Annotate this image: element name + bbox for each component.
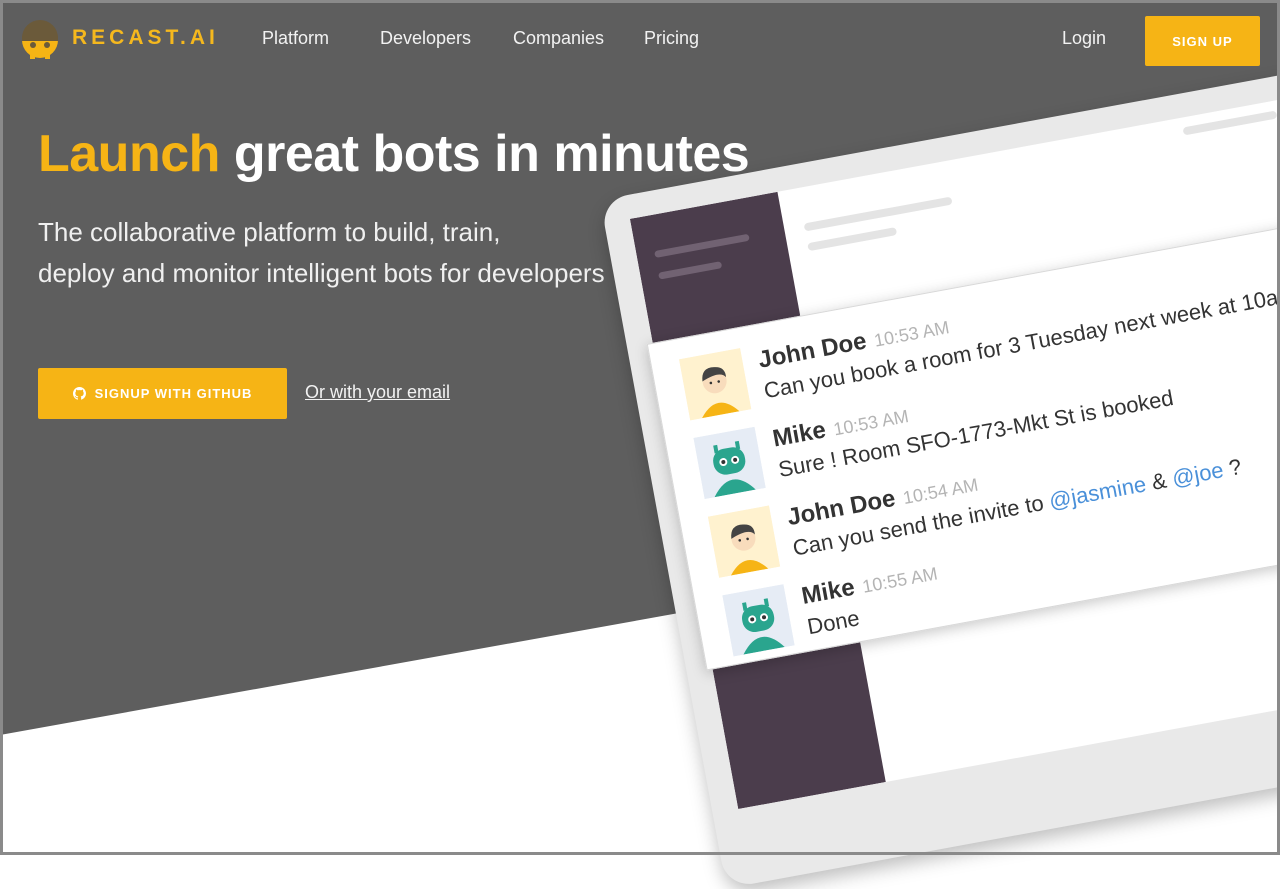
hero-headline: Launch great bots in minutes <box>38 124 750 184</box>
sidebar-placeholder-line <box>654 233 750 258</box>
message-text-part: & <box>1149 467 1169 495</box>
header-placeholder-line <box>1182 110 1278 136</box>
bot-avatar-icon <box>722 584 795 657</box>
signup-button[interactable]: SIGN UP <box>1145 16 1260 66</box>
sender-name-text: Mike <box>799 573 857 610</box>
nav-link-companies[interactable]: Companies <box>513 28 604 49</box>
message-time: 10:55 AM <box>860 563 940 597</box>
subtitle-line-2: deploy and monitor intelligent bots for … <box>38 258 605 288</box>
brand-logo[interactable]: RECAST.AI <box>18 16 219 60</box>
github-icon <box>72 387 86 400</box>
sender-name-text: Mike <box>770 416 828 453</box>
sender-name: Mike 10:55 AM <box>799 558 939 610</box>
header-placeholder-line <box>807 227 898 252</box>
email-signup-link[interactable]: Or with your email <box>305 382 450 403</box>
signup-github-button[interactable]: SIGNUP WITH GITHUB <box>38 368 287 419</box>
brand-name: RECAST.AI <box>72 26 219 49</box>
message-text: Done <box>805 605 862 640</box>
hero-subtitle: The collaborative platform to build, tra… <box>38 212 678 294</box>
subtitle-line-1: The collaborative platform to build, tra… <box>38 217 501 247</box>
message-text-part: ? <box>1226 453 1244 481</box>
user-avatar-icon <box>707 505 781 578</box>
nav-link-developers[interactable]: Developers <box>380 28 471 49</box>
user-avatar-icon <box>679 348 752 421</box>
sidebar-placeholder-line <box>658 261 723 280</box>
mention-joe[interactable]: @joe <box>1170 457 1225 491</box>
login-link[interactable]: Login <box>1062 28 1106 49</box>
github-button-label: SIGNUP WITH GITHUB <box>94 386 253 401</box>
chat-message: John Doe 10:53 AM Can you book a room for… <box>679 278 1280 430</box>
headline-rest: great bots in minutes <box>233 125 750 183</box>
recast-logo-icon <box>22 20 58 59</box>
chat-message: Mike 10:53 AM Sure ! Room SFO-1773-Mkt St… <box>693 385 1175 509</box>
nav-link-platform[interactable]: Platform <box>262 28 329 49</box>
headline-accent: Launch <box>38 125 220 183</box>
chat-message: John Doe 10:54 AM Can you send the invite… <box>707 454 1244 588</box>
header-placeholder-line <box>803 196 953 232</box>
nav-link-pricing[interactable]: Pricing <box>644 28 699 49</box>
mention-jasmine[interactable]: @jasmine <box>1047 471 1148 513</box>
bot-avatar-icon <box>693 426 766 500</box>
chat-message: Mike 10:55 AM Done <box>722 563 939 666</box>
